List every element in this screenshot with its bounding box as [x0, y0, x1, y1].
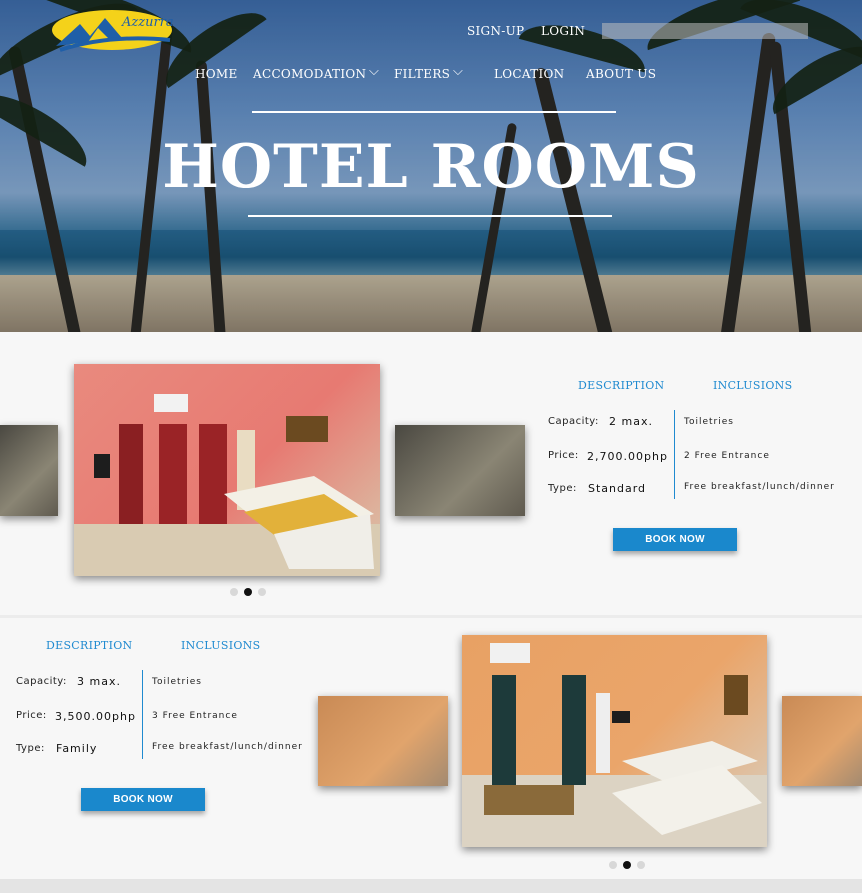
book-now-button[interactable]: BOOK NOW [613, 528, 737, 551]
carousel-dots [609, 861, 645, 869]
capacity-label: Capacity: [16, 676, 67, 687]
book-now-button[interactable]: BOOK NOW [81, 788, 205, 811]
footer-strip [0, 879, 862, 893]
room-card-family: DESCRIPTION INCLUSIONS Capacity: 3 max. … [0, 618, 862, 879]
room-photo-illustration [462, 643, 767, 847]
inclusion-item: Free breakfast/lunch/dinner [684, 482, 835, 492]
column-divider [142, 670, 143, 759]
chevron-down-icon[interactable]: ⌵ [453, 64, 463, 79]
nav-home[interactable]: HOME [195, 67, 238, 81]
logo-wordmark: Azzurra [121, 15, 174, 30]
type-label: Type: [548, 483, 577, 494]
nav-accomodation[interactable]: ACCOMODATION [253, 67, 366, 81]
carousel-next-image[interactable] [395, 425, 525, 516]
price-value: 3,500.00php [55, 710, 136, 723]
capacity-label: Capacity: [548, 416, 599, 427]
login-link[interactable]: LOGIN [541, 24, 585, 38]
signup-link[interactable]: SIGN-UP [467, 24, 524, 38]
tab-description[interactable]: DESCRIPTION [46, 639, 132, 652]
page-title: HOTEL ROOMS [162, 132, 700, 202]
type-label: Type: [16, 743, 45, 754]
inclusion-item: Toiletries [152, 677, 202, 687]
search-input[interactable] [602, 23, 808, 39]
hero-banner: Azzurra SIGN-UP LOGIN HOME ACCOMODATION … [0, 0, 862, 332]
nav-about[interactable]: ABOUT US [586, 67, 656, 81]
carousel-dot[interactable] [609, 861, 617, 869]
column-divider [674, 410, 675, 499]
inclusion-item: 3 Free Entrance [152, 711, 238, 721]
tab-inclusions[interactable]: INCLUSIONS [713, 379, 792, 392]
tab-description[interactable]: DESCRIPTION [578, 379, 664, 392]
capacity-value: 3 max. [77, 675, 121, 688]
capacity-value: 2 max. [609, 415, 653, 428]
carousel-dot-active[interactable] [244, 588, 252, 596]
title-rule-bottom [248, 215, 612, 217]
brand-logo[interactable]: Azzurra [50, 6, 185, 52]
carousel-main-image[interactable] [462, 635, 767, 847]
carousel-dot[interactable] [258, 588, 266, 596]
carousel-main-image[interactable] [74, 364, 380, 576]
price-label: Price: [16, 710, 47, 721]
inclusion-item: Toiletries [684, 417, 734, 427]
carousel-dot[interactable] [230, 588, 238, 596]
carousel-prev-image[interactable] [0, 425, 58, 516]
carousel-next-image[interactable] [782, 696, 862, 786]
room-photo-illustration [74, 394, 380, 576]
inclusion-item: 2 Free Entrance [684, 451, 770, 461]
price-value: 2,700.00php [587, 450, 668, 463]
inclusion-item: Free breakfast/lunch/dinner [152, 742, 303, 752]
carousel-dot-active[interactable] [623, 861, 631, 869]
tab-inclusions[interactable]: INCLUSIONS [181, 639, 260, 652]
carousel-prev-image[interactable] [318, 696, 448, 786]
nav-location[interactable]: LOCATION [494, 67, 564, 81]
nav-filters[interactable]: FILTERS [394, 67, 450, 81]
type-value: Standard [588, 482, 647, 495]
room-card-standard: DESCRIPTION INCLUSIONS Capacity: 2 max. … [0, 332, 862, 615]
carousel-dots [230, 588, 266, 596]
carousel-dot[interactable] [637, 861, 645, 869]
type-value: Family [56, 742, 98, 755]
title-rule-top [252, 111, 616, 113]
price-label: Price: [548, 450, 579, 461]
chevron-down-icon[interactable]: ⌵ [369, 64, 379, 79]
